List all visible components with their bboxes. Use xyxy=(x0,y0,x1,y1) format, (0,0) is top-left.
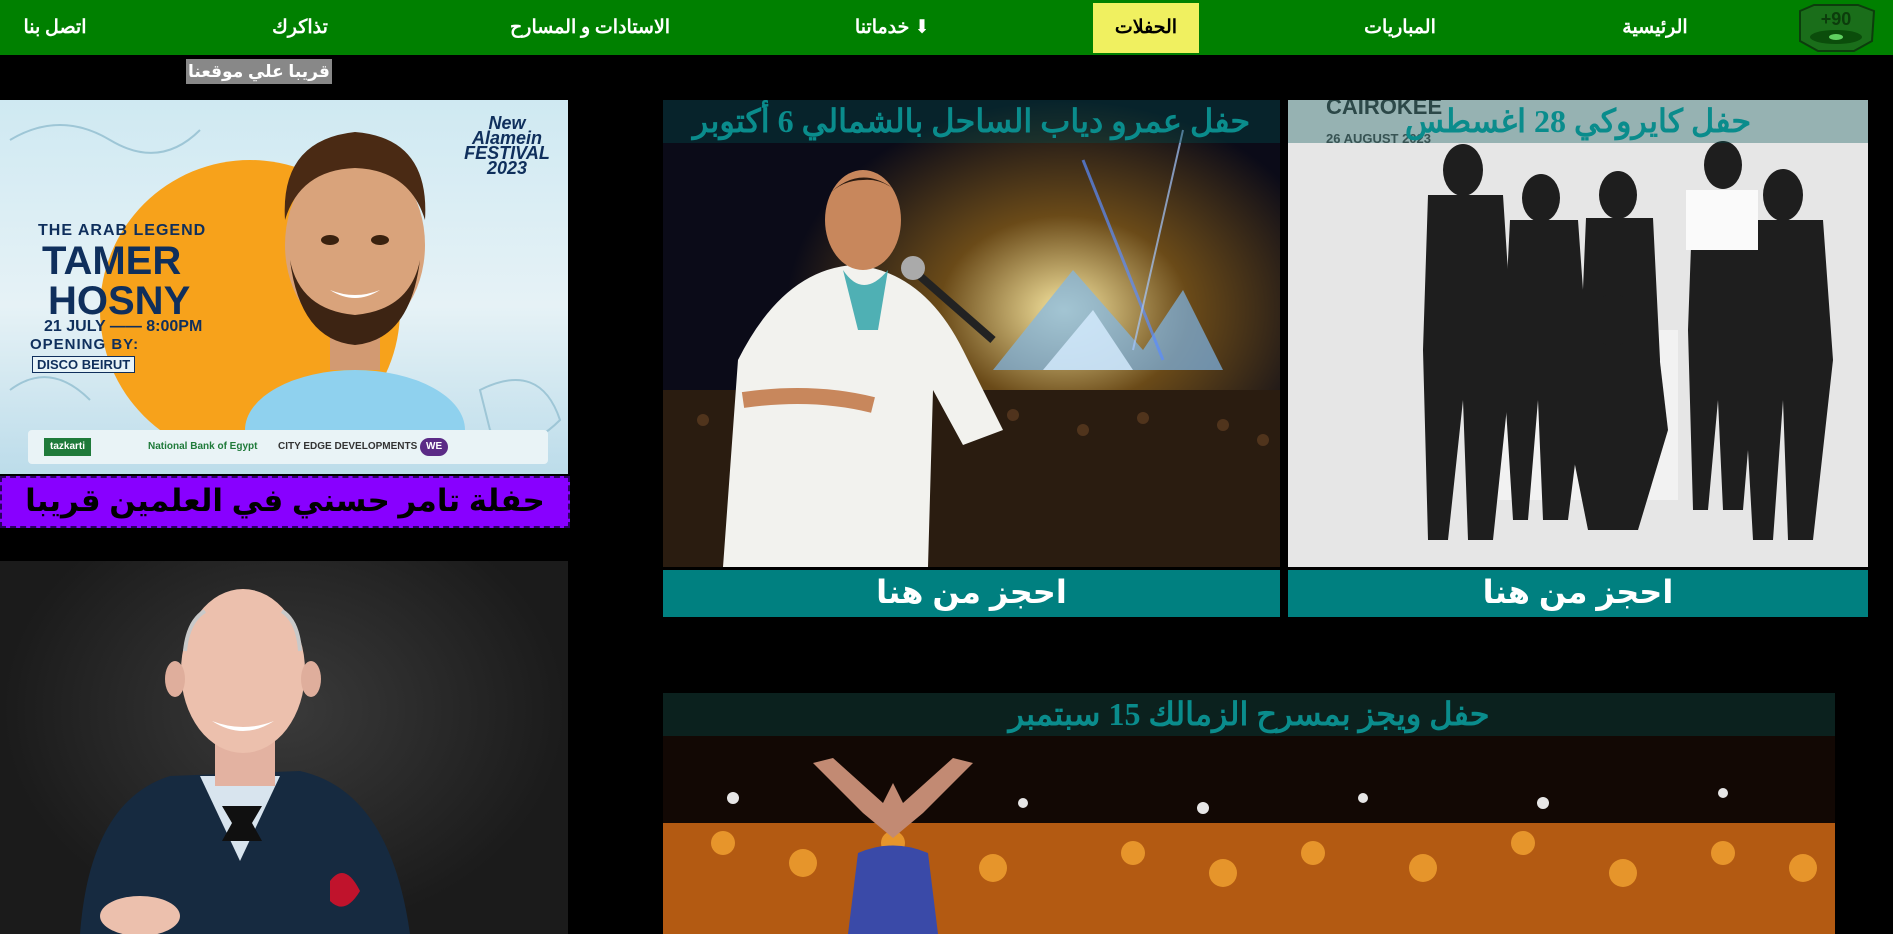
man-portrait xyxy=(80,589,410,934)
tamer-portrait xyxy=(245,132,465,430)
sponsor-city-edge: CITY EDGE DEVELOPMENTS xyxy=(278,441,418,452)
cairokee-photo: CAIROKEE 26 AUGUST 2023 xyxy=(1288,100,1868,567)
poster-name-last: HOSNY xyxy=(48,279,191,323)
nav-my-tickets[interactable]: تذاكرك xyxy=(265,3,335,53)
sponsor-nbe: National Bank of Egypt xyxy=(148,441,258,452)
concert-card-cairokee[interactable]: CAIROKEE 26 AUGUST 2023 حفل كايروكي 28 ا… xyxy=(1288,100,1868,567)
coming-soon-badge: قريبا علي موقعنا xyxy=(186,59,332,84)
poster-opener: DISCO BEIRUT xyxy=(32,356,136,373)
wegz-title: حفل ويجز بمسرح الزمالك 15 سبتمبر xyxy=(663,693,1835,736)
nav-home[interactable]: الرئيسية xyxy=(1610,3,1700,53)
top-nav: +90 الرئيسية المباريات الحفلات خدماتنا ⬇… xyxy=(0,0,1893,55)
tamer-hosny-poster[interactable]: New Alamein FESTIVAL 2023 THE ARAB LEGEN… xyxy=(0,100,568,474)
book-cairokee-button[interactable]: احجز من هنا xyxy=(1288,570,1868,617)
poster-name-first: TAMER xyxy=(42,239,182,283)
site-logo[interactable]: +90 xyxy=(1794,3,1878,52)
nav-contact[interactable]: اتصل بنا xyxy=(15,3,95,53)
amr-diab-photo xyxy=(663,100,1280,567)
concert-card-amr-diab[interactable]: حفل عمرو دياب الساحل بالشمالي 6 أكتوبر xyxy=(663,100,1280,567)
sponsor-we: WE xyxy=(420,438,449,456)
sponsor-bar: tazkarti National Bank of Egypt CITY EDG… xyxy=(28,430,548,464)
concert-card-wegz[interactable]: حفل ويجز بمسرح الزمالك 15 سبتمبر xyxy=(663,693,1835,934)
poster-date: 21 JULY —— 8:00PM xyxy=(44,318,203,335)
festival-logo: New Alamein FESTIVAL 2023 xyxy=(464,113,550,178)
amr-diab-title: حفل عمرو دياب الساحل بالشمالي 6 أكتوبر xyxy=(663,100,1280,143)
nav-stadiums-theaters[interactable]: الاستادات و المسارح xyxy=(510,3,670,53)
sponsor-tazkarti: tazkarti xyxy=(44,438,92,456)
coming-soon-photo[interactable] xyxy=(0,561,568,934)
nav-concerts[interactable]: الحفلات xyxy=(1093,3,1199,53)
tamer-concert-caption[interactable]: حفلة تامر حسني في العلمين قريبا xyxy=(0,476,570,528)
poster-opening-label: OPENING BY: xyxy=(30,336,140,353)
book-amr-diab-button[interactable]: احجز من هنا xyxy=(663,570,1280,617)
poster-tagline: THE ARAB LEGEND xyxy=(38,222,207,239)
logo-text: +90 xyxy=(1821,9,1852,29)
cairokee-title: حفل كايروكي 28 اغسطس xyxy=(1288,100,1868,143)
nav-matches[interactable]: المباريات xyxy=(1355,3,1445,53)
nav-services-dropdown[interactable]: خدماتنا ⬇ xyxy=(845,3,940,53)
